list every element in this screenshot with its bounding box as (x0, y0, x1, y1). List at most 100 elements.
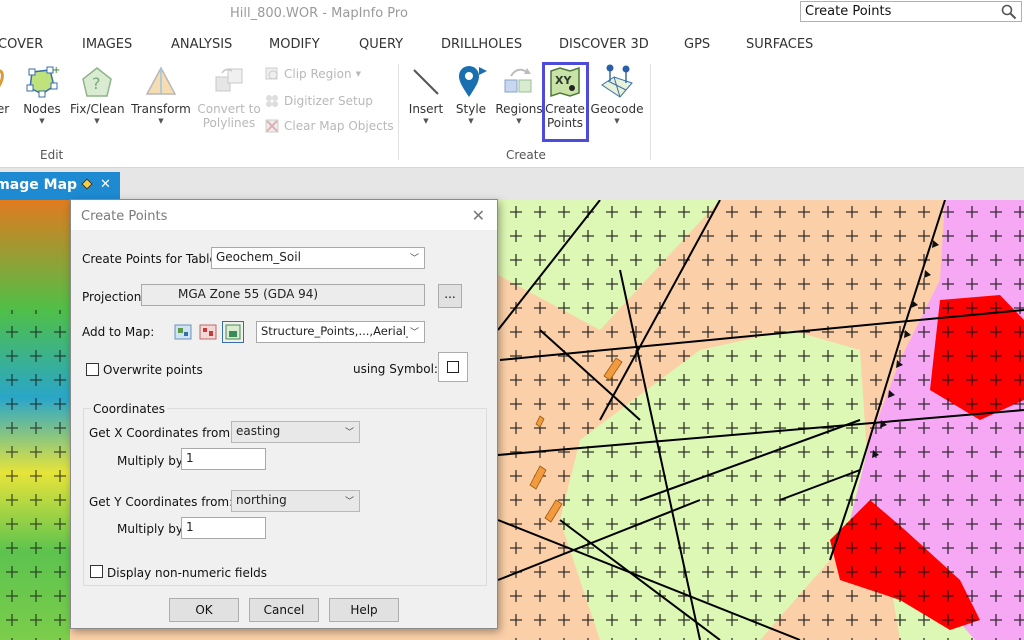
fixclean-icon: ? (70, 62, 124, 102)
tab-surfaces[interactable]: SURFACES (746, 37, 813, 52)
fixclean-button[interactable]: ? Fix/Clean ▼ (70, 62, 125, 126)
chevron-down-icon: ▼ (158, 117, 164, 125)
x-coordinates-label: Get X Coordinates from: (89, 426, 235, 440)
regions-button[interactable]: Regions ▼ (494, 62, 544, 126)
coordinates-group-label: Coordinates (91, 402, 168, 416)
soil-sample-points (0, 310, 70, 640)
tab-modify[interactable]: MODIFY (269, 37, 320, 52)
symbol-button[interactable] (438, 352, 468, 382)
clip-region-button[interactable]: Clip Region ▼ (264, 66, 361, 82)
chevron-down-icon: ▼ (94, 117, 100, 125)
digitizer-icon (266, 95, 278, 107)
add-to-map-select[interactable]: Structure_Points,...,Aerial_I ﹀ (256, 321, 425, 343)
tab-discover-3d[interactable]: DISCOVER 3D (559, 37, 649, 52)
nodes-button[interactable]: + Nodes ▼ (18, 62, 66, 126)
chevron-down-icon: ▼ (39, 117, 45, 125)
x-multiply-input[interactable]: 1 (181, 448, 266, 470)
dialog-title: Create Points (81, 209, 168, 224)
nodes-icon: + (18, 62, 66, 102)
chevron-down-icon: ﹀ (409, 254, 419, 264)
group-divider (398, 64, 399, 160)
convert-to-polylines-button[interactable]: Convert to Polylines (196, 62, 262, 130)
title-bar: Hill_800.WOR - MapInfo Pro (0, 0, 1024, 28)
non-numeric-fields-checkbox[interactable] (90, 565, 103, 578)
projection-browse-button[interactable]: ... (438, 284, 462, 308)
help-button[interactable]: Help (329, 598, 399, 622)
create-points-dialog: Create Points ✕ Create Points for Table:… (70, 199, 498, 629)
create-group-label: Create (506, 148, 546, 162)
edit-group-label: Edit (40, 148, 64, 162)
projection-field: MGA Zone 55 (GDA 94) (141, 284, 425, 306)
add-to-map-label: Add to Map: (82, 325, 155, 339)
tab-images[interactable]: IMAGES (82, 37, 132, 52)
tab-query[interactable]: QUERY (359, 37, 403, 52)
chevron-down-icon: ﹀ (407, 325, 419, 338)
search-box[interactable] (800, 1, 1022, 22)
tab-drillholes[interactable]: DRILLHOLES (441, 37, 522, 52)
regions-icon (494, 62, 544, 102)
current-map-icon[interactable] (222, 321, 244, 343)
geocode-icon (590, 62, 644, 102)
add-to-map-icon[interactable] (173, 322, 193, 342)
non-numeric-fields-label: Display non-numeric fields (107, 566, 268, 580)
search-icon[interactable] (1001, 4, 1017, 23)
search-input[interactable] (801, 2, 991, 21)
digitizer-setup-button[interactable]: Digitizer Setup (264, 93, 373, 109)
window-title: Hill_800.WOR - MapInfo Pro (230, 6, 408, 21)
table-select[interactable]: Geochem_Soil ﹀ (211, 247, 425, 269)
style-button[interactable]: Style ▼ (451, 62, 491, 126)
clear-map-objects-icon (265, 119, 279, 133)
doc-tab-label: Image Map (0, 177, 78, 193)
document-tab-bar: Image Map ✕ (0, 168, 1024, 200)
chevron-down-icon: ▼ (355, 70, 361, 78)
projection-label: Projection: (82, 290, 146, 304)
tab-analysis[interactable]: ANALYSIS (171, 37, 232, 52)
chevron-down-icon: ▼ (516, 117, 522, 125)
tab-image-map[interactable]: Image Map ✕ (0, 172, 120, 200)
chevron-down-icon: ﹀ (344, 497, 354, 507)
svg-text:+: + (52, 65, 60, 76)
highlight-frame (542, 62, 589, 142)
new-map-icon[interactable] (198, 322, 218, 342)
chevron-down-icon: ▼ (423, 117, 429, 125)
ribbon: er + Nodes ▼ ? Fix/Clean ▼ Transform ▼ C… (0, 60, 1024, 168)
soil-sample-points (498, 200, 1024, 640)
tab-gps[interactable]: GPS (684, 37, 710, 52)
cut-button[interactable]: er (0, 62, 12, 116)
dialog-title-bar: Create Points (71, 200, 497, 230)
convert-icon (196, 62, 262, 102)
group-divider (650, 64, 651, 160)
clip-region-icon (265, 67, 278, 80)
ribbon-tabs: COVER IMAGES ANALYSIS MODIFY QUERY DRILL… (0, 28, 1024, 60)
ok-button[interactable]: OK (169, 598, 239, 622)
pin-icon[interactable] (81, 178, 93, 190)
y-multiply-label: Multiply by: (117, 522, 187, 536)
chevron-down-icon: ▼ (614, 117, 620, 125)
using-symbol-label: using Symbol: (353, 362, 438, 376)
cut-icon (0, 62, 12, 102)
y-coordinates-label: Get Y Coordinates from: (89, 495, 234, 509)
overwrite-points-label: Overwrite points (103, 363, 203, 377)
x-multiply-label: Multiply by: (117, 454, 187, 468)
square-symbol-icon (447, 361, 459, 373)
chevron-down-icon: ▼ (468, 117, 474, 125)
svg-text:?: ? (92, 74, 101, 93)
map-pin-icon (451, 62, 491, 102)
clear-map-objects-button[interactable]: Clear Map Objects (264, 118, 394, 134)
close-icon[interactable]: ✕ (472, 206, 485, 225)
cancel-button[interactable]: Cancel (249, 598, 319, 622)
geocode-button[interactable]: Geocode ▼ (590, 62, 644, 126)
tab-discover[interactable]: COVER (0, 37, 43, 52)
overwrite-points-checkbox[interactable] (86, 363, 99, 376)
transform-icon (128, 62, 194, 102)
line-icon (404, 62, 448, 102)
transform-button[interactable]: Transform ▼ (128, 62, 194, 126)
y-multiply-input[interactable]: 1 (181, 517, 266, 539)
close-icon[interactable]: ✕ (100, 177, 111, 192)
chevron-down-icon: ﹀ (344, 428, 354, 438)
y-coordinates-select[interactable]: northing ﹀ (231, 490, 360, 512)
insert-button[interactable]: Insert ▼ (404, 62, 448, 126)
table-label: Create Points for Table: (82, 252, 221, 266)
x-coordinates-select[interactable]: easting ﹀ (231, 421, 360, 443)
create-points-button[interactable]: XY Create Points (542, 62, 589, 142)
